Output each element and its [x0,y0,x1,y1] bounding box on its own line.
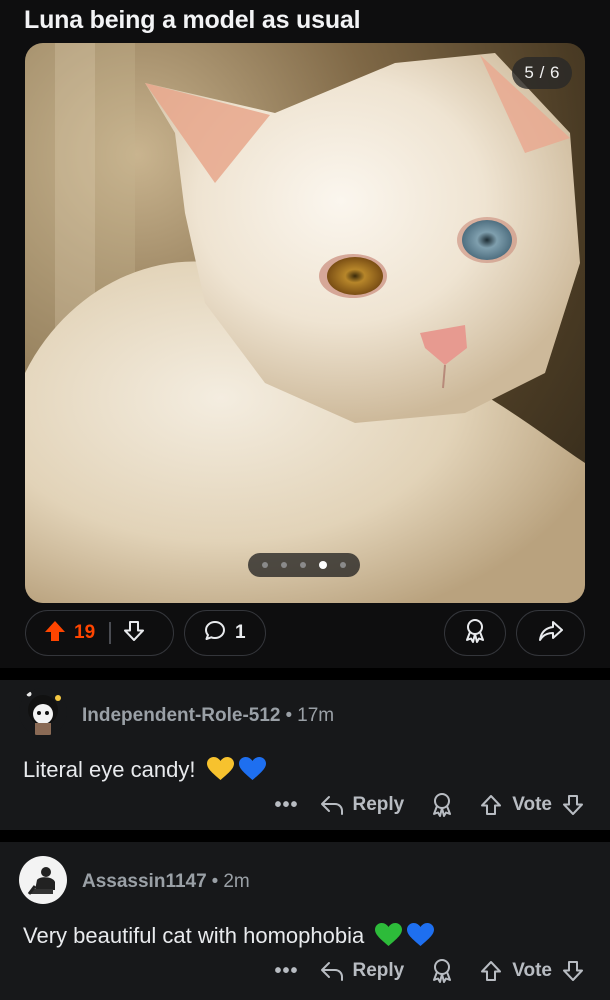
comment-body: Literal eye candy! [23,757,266,783]
vote-control: Vote [480,794,584,816]
avatar[interactable] [19,688,67,736]
meta-separator: • [285,705,293,726]
vote-bar: 19 [25,610,174,656]
award-icon[interactable] [430,792,454,818]
comment-body: Very beautiful cat with homophobia [23,923,435,949]
comment-actions: ••• Reply Vote [274,792,584,818]
reply-button[interactable]: Reply [320,960,404,982]
comments-button[interactable]: 1 [184,610,266,656]
vote-control: Vote [480,960,584,982]
reply-label: Reply [352,794,405,815]
pagination-dot-active[interactable] [319,561,327,569]
reply-icon [321,962,344,981]
vote-label: Vote [512,794,552,815]
award-icon [463,618,487,649]
upvote-icon[interactable] [480,960,502,982]
comment-meta: Assassin1147 • 2m [82,871,250,893]
vote-divider [109,622,111,644]
downvote-icon[interactable] [562,960,584,982]
more-icon[interactable]: ••• [274,794,298,817]
award-button[interactable] [444,610,506,656]
blue-heart-icon [407,923,435,947]
reply-button[interactable]: Reply [320,794,404,816]
timestamp: 17m [297,705,335,726]
post-title[interactable]: Luna being a model as usual [24,6,361,35]
meta-separator: • [211,871,219,892]
vote-label: Vote [512,960,552,981]
image-gallery[interactable]: 5 / 6 [25,43,585,603]
blue-heart-icon [238,757,266,781]
comment-actions: ••• Reply Vote [274,958,584,984]
comment-icon [203,619,227,648]
share-button[interactable] [516,610,585,656]
upvote-icon[interactable] [44,620,66,647]
yellow-heart-icon [206,757,234,781]
pagination-dot[interactable] [262,562,268,568]
green-heart-icon [375,923,403,947]
username[interactable]: Assassin1147 [82,871,207,892]
pagination-dot[interactable] [340,562,346,568]
downvote-icon[interactable] [123,620,145,647]
upvote-icon[interactable] [480,794,502,816]
timestamp: 2m [223,871,250,892]
downvote-icon[interactable] [562,794,584,816]
comment-meta: Independent-Role-512 • 17m [82,705,334,727]
pagination-dot[interactable] [281,562,287,568]
upvote-count: 19 [74,622,96,643]
gallery-counter: 5 / 6 [512,57,572,89]
post-card: Luna being a model as usual 5 / 6 19 1 [0,0,610,668]
comment-card: Assassin1147 • 2m Very beautiful cat with … [0,842,610,1000]
section-divider [0,830,610,842]
comment-card: Independent-Role-512 • 17m Literal eye can… [0,680,610,830]
award-icon[interactable] [430,958,454,984]
pagination-dot[interactable] [300,562,306,568]
comment-text: Very beautiful cat with homophobia [23,923,365,948]
reply-label: Reply [352,960,405,981]
comment-text: Literal eye candy! [23,757,196,782]
more-icon[interactable]: ••• [274,960,298,983]
avatar[interactable] [19,856,67,904]
comment-count: 1 [235,622,246,643]
section-divider [0,668,610,680]
reply-icon [321,796,344,815]
cat-photo [25,43,585,603]
share-icon [538,619,564,648]
gallery-pagination[interactable] [248,553,360,577]
username[interactable]: Independent-Role-512 [82,705,280,726]
